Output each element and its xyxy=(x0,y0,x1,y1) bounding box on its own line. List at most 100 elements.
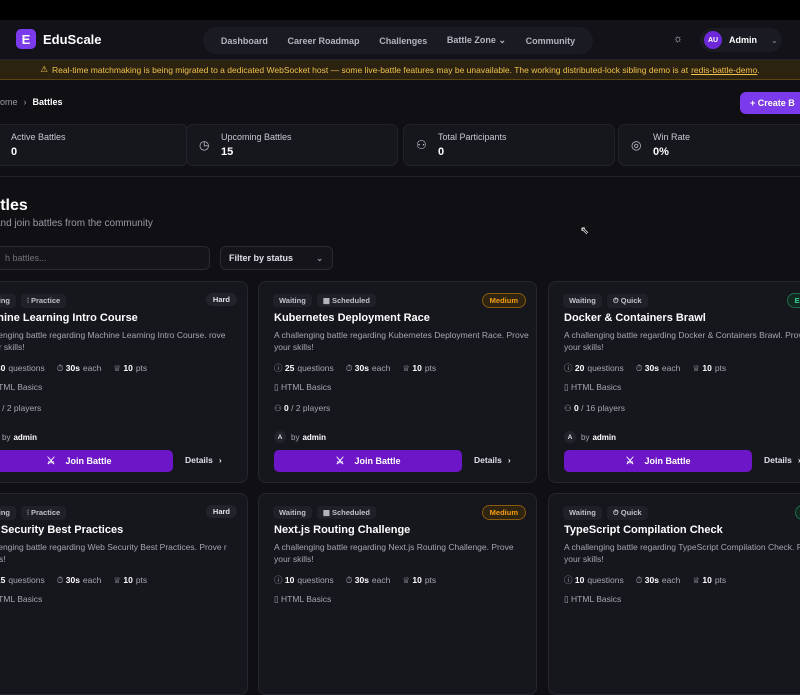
book-icon: ▯ xyxy=(564,382,572,392)
nav-link-community[interactable]: Community xyxy=(526,36,576,46)
create-battle-button[interactable]: + Create B xyxy=(740,92,800,114)
players-current: 0 xyxy=(283,403,289,413)
author-name: admin xyxy=(302,432,327,442)
card-meta: ⓘ 25 questions ⏱ 30s each ♕ 10 pts xyxy=(274,362,436,374)
clock-icon: ◷ xyxy=(199,138,210,152)
user-menu[interactable]: AU Admin ⌄ xyxy=(700,28,782,52)
nav-link-battle-zone-label: Battle Zone xyxy=(446,35,496,45)
page-subtitle: and join battles from the community xyxy=(0,218,153,229)
time-meta: ⏱ 30s each xyxy=(57,363,102,374)
status-badge: Waiting xyxy=(273,506,312,519)
nav-link-challenges[interactable]: Challenges xyxy=(379,36,427,46)
chevron-right-icon: › xyxy=(507,455,511,465)
questions-count: 20 xyxy=(574,363,585,373)
join-battle-button[interactable]: ⚔ Join Battle xyxy=(274,450,462,472)
mode-icon: ⏱ xyxy=(612,296,621,305)
mode-label: Practice xyxy=(30,296,61,305)
battle-card[interactable]: Waiting ⏱ Quick Eas Docker & Containers Bra… xyxy=(548,281,800,483)
difficulty-badge: Hard xyxy=(205,505,237,518)
time-meta: ⏱ 30s each xyxy=(57,575,102,586)
battle-card[interactable]: Waiting ▦ Scheduled Medium Next.js Routing … xyxy=(258,493,537,695)
questions-count: 25 xyxy=(284,363,295,373)
card-tags: Waiting ▦ Scheduled xyxy=(273,294,376,307)
difficulty-badge: Eas xyxy=(786,293,800,308)
points-meta: ♕ 10 pts xyxy=(402,575,436,586)
pts-label: pts xyxy=(424,362,437,373)
chevron-down-icon: ⌄ xyxy=(771,35,778,45)
pts-label: pts xyxy=(135,574,148,585)
status-badge: Waiting xyxy=(563,294,602,308)
timer-icon: ⏱ xyxy=(635,362,645,373)
details-link[interactable]: Details› xyxy=(185,455,222,465)
questions-label: questions xyxy=(297,363,334,373)
questions-meta: ⓘ 10 questions xyxy=(564,574,624,586)
chevron-down-icon: ⌄ xyxy=(498,35,506,45)
chevron-right-icon: › xyxy=(23,97,27,107)
difficulty-badge: E xyxy=(794,505,800,520)
trophy-icon: ♕ xyxy=(113,362,124,373)
category: ▯ HTML Basics xyxy=(0,382,42,393)
stat-value: 0% xyxy=(653,146,669,158)
sun-icon[interactable]: ☼ xyxy=(672,33,684,45)
nav-link-career-roadmap[interactable]: Career Roadmap xyxy=(288,36,360,46)
nav-link-battle-zone[interactable]: Battle Zone ⌄ xyxy=(447,35,506,46)
author-name: admin xyxy=(592,432,617,442)
mode-label: Scheduled xyxy=(331,508,370,517)
users-icon: ⚇ xyxy=(416,138,427,152)
user-name: Admin xyxy=(729,35,757,45)
category-label: HTML Basics xyxy=(0,594,43,604)
pts-label: pts xyxy=(714,362,727,373)
banner-link[interactable]: redis-battle-demo xyxy=(691,65,757,75)
card-title: Next.js Routing Challenge xyxy=(274,524,411,536)
card-tags: Waiting ⏱ Quick xyxy=(563,506,648,520)
card-author: Abyadmin xyxy=(0,431,37,443)
category-label: HTML Basics xyxy=(571,382,622,392)
details-label: Details xyxy=(474,455,502,465)
time-meta: ⏱ 30s each xyxy=(346,363,391,374)
breadcrumb-home[interactable]: ome xyxy=(0,97,18,107)
avatar: AU xyxy=(704,31,722,49)
stat-value: 15 xyxy=(221,146,234,158)
warning-icon: ⚠ xyxy=(40,64,48,74)
battle-card[interactable]: aiting ⫶ Practice Hard achine Learning Intr… xyxy=(0,281,248,483)
by-label: by xyxy=(581,432,590,442)
details-link[interactable]: Details › xyxy=(474,455,511,465)
trophy-icon: ♕ xyxy=(402,574,413,585)
battle-card[interactable]: Waiting ▦ Scheduled Medium Kubernetes Deplo… xyxy=(258,281,537,483)
points-meta: ♕ 10 pts xyxy=(113,575,147,586)
avatar: A xyxy=(564,431,576,443)
time-meta: ⏱ 30s each xyxy=(636,363,681,374)
search-input[interactable] xyxy=(0,246,210,270)
players-count: ⚇ 0 / 2 players xyxy=(274,403,330,414)
difficulty-badge: Hard xyxy=(205,293,237,306)
mode-badge: ▦ Scheduled xyxy=(316,506,376,519)
status-filter-select[interactable]: Filter by status ⌄ xyxy=(220,246,333,270)
mode-badge: ⫶ Practice xyxy=(21,294,67,308)
players-max: / 16 players xyxy=(581,403,626,413)
top-navbar: E EduScale Dashboard Career Roadmap Chal… xyxy=(0,20,800,60)
nav-link-dashboard[interactable]: Dashboard xyxy=(221,36,268,46)
battle-card[interactable]: aiting ⫶ Practice Hard eb Security Best Pra… xyxy=(0,493,248,695)
join-battle-button[interactable]: ⚔ Join Battle xyxy=(564,450,752,472)
card-meta: ⓘ 10 questions ⏱ 30s each ♕ 10 pts xyxy=(564,574,726,586)
card-title: Kubernetes Deployment Race xyxy=(274,312,430,324)
questions-count: 30 xyxy=(0,363,6,373)
author-name: admin xyxy=(13,432,38,442)
stat-label: Total Participants xyxy=(438,132,507,142)
questions-count: 10 xyxy=(574,575,585,585)
battle-card[interactable]: Waiting ⏱ Quick E TypeScript Compilation Ch… xyxy=(548,493,800,695)
plus-icon: + xyxy=(750,98,758,108)
points-meta: ♕ 10 pts xyxy=(113,363,147,374)
stat-label: Active Battles xyxy=(11,132,66,142)
category-label: HTML Basics xyxy=(281,594,332,604)
app-name: EduScale xyxy=(43,31,102,47)
questions-meta: ⓘ 30questions xyxy=(0,362,45,374)
stat-win-rate: ◎ Win Rate 0% xyxy=(618,124,800,166)
details-label: Details xyxy=(185,455,213,465)
app-logo[interactable]: E EduScale xyxy=(16,29,102,49)
details-link[interactable]: Details› xyxy=(764,455,800,465)
card-title: TypeScript Compilation Check xyxy=(564,524,723,536)
points-value: 10 xyxy=(412,574,422,585)
join-battle-button[interactable]: ⚔ Join Battle xyxy=(0,450,173,472)
players-max: / 2 players xyxy=(2,403,42,413)
